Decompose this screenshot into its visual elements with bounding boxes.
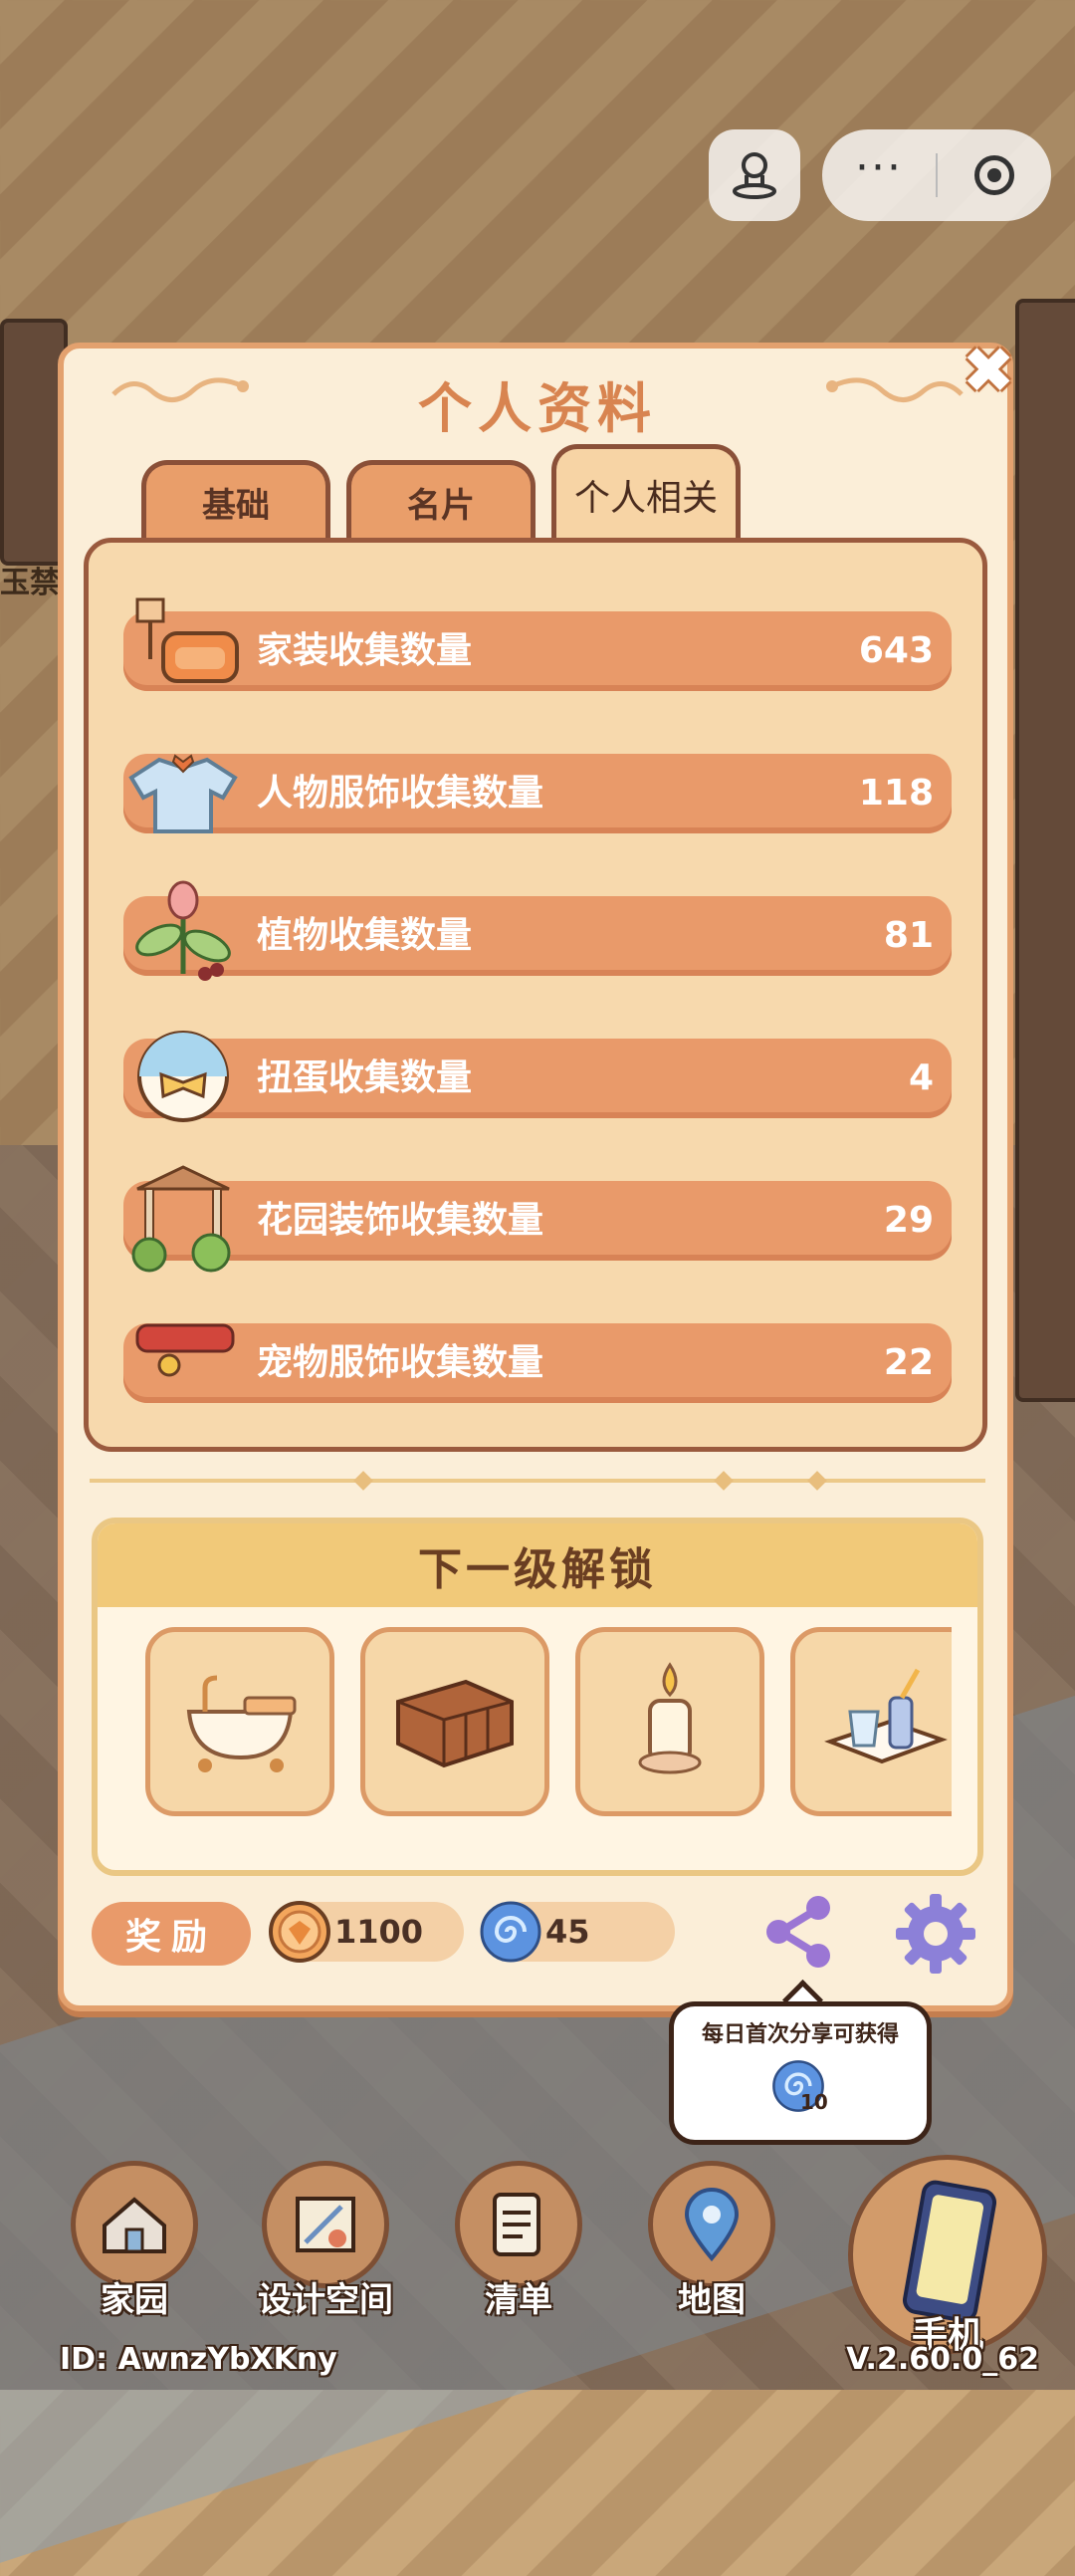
stat-row-garden: 花园装饰收集数量 29	[123, 1165, 952, 1273]
settings-button[interactable]	[892, 1890, 979, 1978]
avatar-button[interactable]	[709, 129, 800, 221]
nav-design[interactable]: 设计空间	[251, 2161, 400, 2330]
furniture-icon	[135, 597, 239, 683]
stat-label: 人物服饰收集数量	[257, 773, 544, 814]
panel-title: 个人资料	[418, 377, 657, 440]
stat-label: 花园装饰收集数量	[257, 1200, 544, 1241]
gacha-icon	[137, 1031, 229, 1122]
person-pin-icon	[733, 152, 776, 199]
nav-label: 清单	[485, 2280, 552, 2320]
stat-row-plant: 植物收集数量 81	[123, 880, 952, 981]
unlock-item-cabinet[interactable]	[360, 1627, 549, 1816]
stat-row-clothing: 人物服饰收集数量 118	[123, 754, 952, 833]
reward-label: 奖励	[92, 1902, 251, 1966]
share-button[interactable]	[758, 1892, 838, 1972]
stat-bar	[123, 611, 952, 691]
unlock-item-candle[interactable]	[575, 1627, 764, 1816]
coin-amount: 1100	[334, 1913, 424, 1951]
tab-namecard[interactable]: 名片	[346, 460, 536, 540]
stat-row-furniture: 家装收集数量 643	[123, 597, 952, 691]
nav-label: 家园	[101, 2280, 168, 2320]
unlock-items-list[interactable]	[145, 1627, 952, 1826]
stat-label: 宠物服饰收集数量	[257, 1342, 544, 1383]
pet-collar-icon	[135, 1323, 235, 1377]
clothing-icon	[128, 754, 238, 833]
drink-tray-icon	[824, 1668, 948, 1764]
map-pin-icon	[684, 2188, 740, 2262]
nav-home-circle	[71, 2161, 198, 2288]
list-icon	[493, 2193, 540, 2256]
nav-home[interactable]: 家园	[60, 2161, 209, 2330]
spiral-gem-icon	[480, 1901, 541, 1963]
stat-bar	[123, 896, 952, 976]
gem-amount: 45	[545, 1913, 590, 1951]
plant-icon	[135, 880, 231, 981]
unlock-item-drink-tray[interactable]	[790, 1627, 952, 1816]
coin-reward: 1100	[269, 1901, 464, 1963]
tooltip-text: 每日首次分享可获得	[701, 2022, 899, 2047]
candle-icon	[638, 1662, 702, 1774]
record-button[interactable]	[938, 155, 1051, 195]
next-level-unlock: 下一级解锁	[92, 1518, 983, 1876]
unlock-title: 下一级解锁	[98, 1523, 977, 1607]
nav-label: 设计空间	[258, 2280, 393, 2320]
stat-row-pet: 宠物服饰收集数量 22	[123, 1323, 952, 1403]
stat-row-gacha: 扭蛋收集数量 4	[123, 1031, 952, 1122]
section-divider	[90, 1479, 985, 1483]
unlock-item-bathtub[interactable]	[145, 1627, 334, 1816]
nav-map-circle	[648, 2161, 775, 2288]
gear-icon	[896, 1894, 975, 1974]
nav-map[interactable]: 地图	[637, 2161, 786, 2330]
stat-value: 22	[883, 1342, 934, 1383]
tooltip-reward-amount: 10	[800, 2090, 828, 2114]
bathtub-icon	[186, 1675, 297, 1772]
nav-list[interactable]: 清单	[444, 2161, 593, 2330]
more-button[interactable]: ···	[822, 146, 936, 190]
tooltip-reward: 10	[760, 2054, 840, 2124]
stat-label: 植物收集数量	[257, 915, 473, 956]
record-icon	[974, 155, 1014, 195]
mini-program-capsule: ···	[822, 129, 1051, 221]
stat-value: 4	[908, 1057, 934, 1098]
stat-bar	[123, 1039, 952, 1118]
share-icon	[766, 1896, 830, 1968]
stat-value: 643	[858, 630, 934, 671]
nav-list-circle	[455, 2161, 582, 2288]
stat-value: 29	[883, 1200, 934, 1241]
app-version: V.2.60.0_62	[846, 2342, 1039, 2377]
share-reward-tooltip: 每日首次分享可获得 10	[669, 2001, 932, 2145]
gem-reward: 45	[480, 1901, 675, 1963]
stat-label: 家装收集数量	[257, 630, 473, 671]
garden-icon	[131, 1165, 231, 1273]
design-icon	[296, 2197, 355, 2252]
coin-icon	[269, 1901, 330, 1963]
user-id: ID: AwnzYbXKny	[60, 2342, 337, 2377]
home-icon	[103, 2197, 166, 2253]
stat-value: 81	[883, 915, 934, 956]
tab-basic[interactable]: 基础	[141, 460, 330, 540]
cabinet-icon	[396, 1679, 514, 1768]
stat-label: 扭蛋收集数量	[257, 1057, 473, 1098]
stat-value: 118	[858, 773, 934, 814]
tab-personal[interactable]: 个人相关	[551, 444, 741, 540]
nav-label: 地图	[678, 2280, 746, 2320]
nav-design-circle	[262, 2161, 389, 2288]
close-button[interactable]: ✖	[954, 337, 1023, 406]
